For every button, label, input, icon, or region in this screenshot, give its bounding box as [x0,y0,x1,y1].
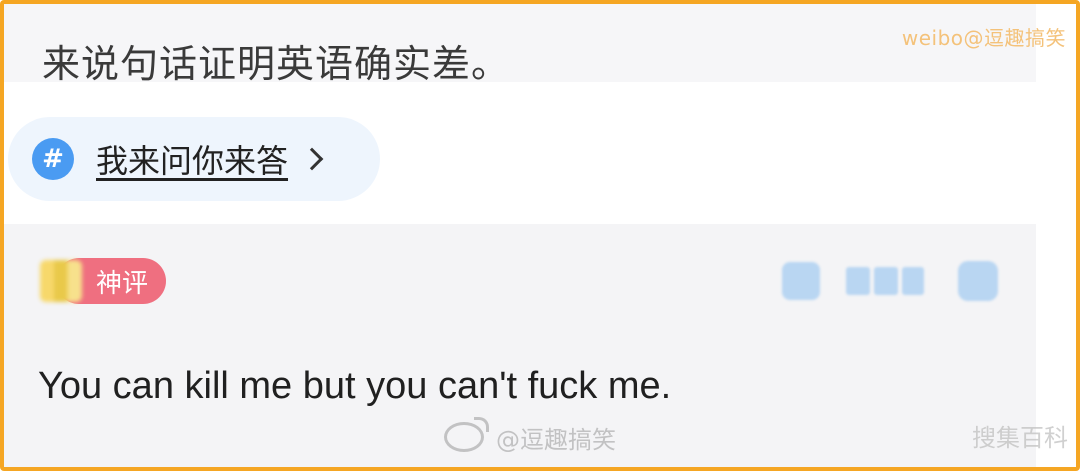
badge-label: 神评 [95,268,148,299]
topic-chip[interactable]: # 我来问你来答 [8,117,380,201]
hash-icon: # [32,138,74,180]
watermark-top-right: weibo@逗趣搞笑 [901,26,1066,50]
like-count-pixelated [846,260,924,302]
comment-text: You can kill me but you can't fuck me. [38,365,672,407]
topic-label[interactable]: 我来问你来答 [96,136,288,182]
chevron-right-icon [300,147,324,171]
post-body: 来说句话证明英语确实差。 [4,4,1036,86]
post-text: 来说句话证明英语确实差。 [42,42,511,86]
thumbs-up-icon[interactable] [782,260,820,302]
watermark-corner: 搜集百科 [972,424,1068,452]
avatar[interactable] [40,260,82,302]
hash-symbol: # [42,144,64,174]
watermark-bottom: @逗趣搞笑 [444,417,616,454]
weibo-logo-icon [444,417,489,452]
comment-icon[interactable] [958,260,998,302]
watermark-bottom-text: @逗趣搞笑 [496,425,616,454]
